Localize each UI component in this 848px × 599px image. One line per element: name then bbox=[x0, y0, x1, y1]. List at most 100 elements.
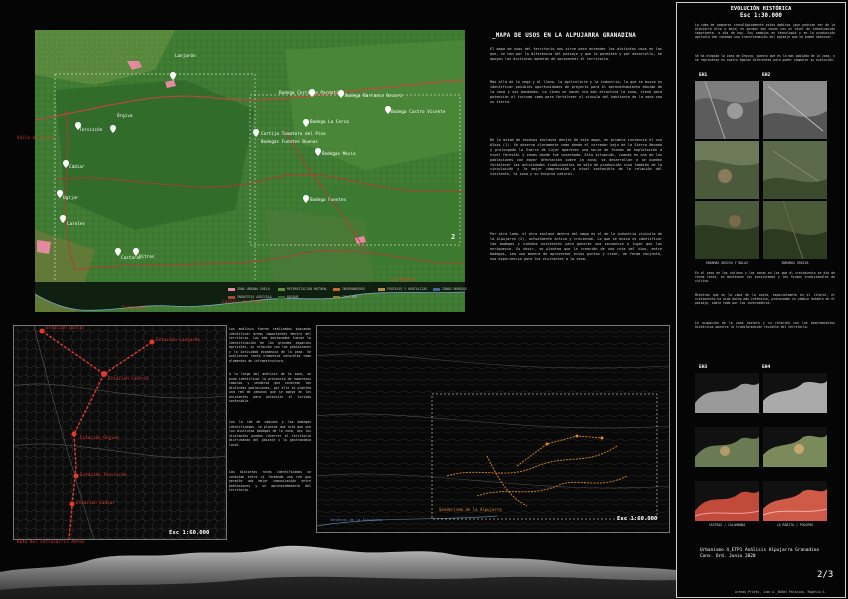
legend-item: BOSQUE bbox=[278, 295, 299, 299]
page-number: 2/3 bbox=[817, 570, 834, 580]
map-pin-icon[interactable] bbox=[170, 72, 176, 80]
pin-label: Bodegas Mesía bbox=[322, 152, 356, 157]
map-pin-icon[interactable] bbox=[253, 129, 259, 137]
paragraph: En el caso de los núcleos y las zonas en… bbox=[695, 271, 835, 284]
paragraph: Las distintas rutas identificadas se con… bbox=[229, 470, 311, 492]
station-label: Estación Lanjarón bbox=[156, 338, 200, 343]
map-page-number: 2 bbox=[451, 233, 456, 241]
legend-swatch bbox=[433, 287, 440, 291]
station-label: Estación Cádiar bbox=[76, 501, 115, 506]
paragraph: Mientras que en la zona de la costa, esp… bbox=[695, 293, 835, 306]
aerial-photo[interactable] bbox=[763, 81, 827, 139]
panel-title: EVOLUCIÓN HISTÓRICA bbox=[730, 6, 792, 12]
town-label: Pitres bbox=[139, 255, 155, 260]
legend-item: INVERNADEROS bbox=[333, 287, 365, 291]
station-label: Estación Torvizcón bbox=[80, 473, 127, 478]
map-caption: Senderos de la Alpujarra bbox=[330, 518, 382, 522]
paragraph: La ocupación de la zona costera y su rel… bbox=[695, 321, 835, 330]
aerial-photo[interactable] bbox=[763, 481, 827, 521]
pin-label: Bodega Castro Vicente bbox=[391, 110, 446, 115]
historical-evolution-panel: EVOLUCIÓN HISTÓRICA Esc 1:30.000 La idea… bbox=[676, 2, 846, 598]
town-label: Ugíjar bbox=[63, 196, 79, 201]
photo-caption: ENRAMAS ORGIVA Y BOLAS bbox=[705, 261, 749, 265]
era-label: EH4 bbox=[762, 365, 771, 370]
photo-caption: ENRAMAS ÓRGIVA bbox=[781, 261, 809, 265]
town-label: Lanjarón bbox=[175, 54, 196, 59]
region-label: Valle de Lecrín bbox=[17, 136, 56, 141]
region-label: La Rábita bbox=[392, 278, 416, 283]
town-label: Órgiva bbox=[117, 114, 133, 119]
aerial-photo[interactable] bbox=[763, 427, 827, 467]
aerial-photo[interactable] bbox=[763, 201, 827, 259]
authors: Arenas Prieto, Juan A._Núñez Palacios, R… bbox=[735, 590, 827, 594]
aerial-photo[interactable] bbox=[763, 141, 827, 199]
aerial-photo[interactable] bbox=[763, 373, 827, 413]
paragraph: Con la red de caminos y las bodegas iden… bbox=[229, 420, 311, 447]
aerial-photo[interactable] bbox=[695, 141, 759, 199]
paragraph: Se ha elegido la zona de Órgiva, puesto … bbox=[695, 54, 835, 63]
map-legend: ZONA URBANA SUELO REFORESTACIÓN NATURAL … bbox=[228, 287, 468, 301]
pin-label: Bodega La Cerca bbox=[310, 120, 349, 125]
aerial-photo[interactable] bbox=[695, 373, 759, 413]
paragraph: Más allá de la vega y el llano, la agric… bbox=[490, 80, 662, 104]
map-caption: Senderismo de la Alpujarra bbox=[439, 507, 502, 512]
aerial-photo[interactable] bbox=[695, 481, 759, 521]
page-title: _MAPA DE USOS EN LA ALPUJARRA GRANADINA bbox=[492, 33, 636, 39]
paragraph: Por otro lado, el otro enclave dentro de… bbox=[490, 232, 662, 261]
pin-label: Bodega Cerro de Pardetiga bbox=[279, 91, 344, 96]
aerial-photo[interactable] bbox=[695, 201, 759, 259]
footer-title: Urbanismo 4_ETP1 Análisis Alpujarra Gran… bbox=[700, 548, 819, 559]
map-pin-icon[interactable] bbox=[303, 119, 309, 127]
legend-swatch bbox=[378, 287, 385, 291]
map-pin-icon[interactable] bbox=[60, 215, 66, 223]
legend-swatch bbox=[278, 287, 285, 291]
pin-label: Bodegas Fuentes Buenas bbox=[261, 140, 318, 145]
region-label: Calahonda bbox=[122, 306, 146, 311]
station-label: Estación Órgiva bbox=[80, 436, 119, 441]
legend-item: REFORESTACIÓN NATURAL bbox=[278, 287, 327, 291]
paragraph: Los análisis fueron realizados buscando … bbox=[229, 327, 311, 363]
town-label: Torvizcón bbox=[79, 128, 103, 133]
station-label: Estación Central bbox=[108, 377, 150, 382]
railway-map-graphic bbox=[14, 326, 226, 539]
mountain-panorama bbox=[0, 545, 676, 599]
legend-swatch bbox=[278, 295, 285, 299]
map-pin-icon[interactable] bbox=[303, 195, 309, 203]
legend-item: FRUTALES Y HORTALIZAS bbox=[378, 287, 427, 291]
panel-scale: Esc 1:30.000 bbox=[740, 13, 782, 19]
town-label: Laroles bbox=[67, 222, 86, 227]
pin-label: Cortijo Tomatero del Pino bbox=[261, 132, 326, 137]
legend-swatch bbox=[333, 295, 340, 299]
pin-label: Bodega Fuentes bbox=[310, 198, 347, 203]
map-pin-icon[interactable] bbox=[315, 148, 321, 156]
era-label: EH3 bbox=[699, 365, 708, 370]
legend-item: CULTIVOS bbox=[333, 295, 357, 299]
legend-swatch bbox=[333, 287, 340, 291]
aerial-photo[interactable] bbox=[695, 81, 759, 139]
era-label: EH1 bbox=[699, 73, 708, 78]
map-pin-icon[interactable] bbox=[115, 248, 121, 256]
legend-item: ZONA URBANA SUELO bbox=[228, 287, 270, 291]
aerial-photo[interactable] bbox=[695, 427, 759, 467]
map-pin-icon[interactable] bbox=[110, 125, 116, 133]
era-label: EH2 bbox=[762, 73, 771, 78]
railway-map[interactable]: Estación Dúrcal Estación Lanjarón Estaci… bbox=[13, 325, 227, 540]
station-label: Estación Dúrcal bbox=[46, 326, 85, 331]
land-use-map[interactable]: Bodega Cerro de Pardetiga Bodega Barranc… bbox=[35, 30, 465, 312]
scale-label: Esc 1:60.000 bbox=[617, 516, 658, 522]
town-label: Cádiar bbox=[69, 165, 85, 170]
paragraph: De la mitad de escasos enclaves dentro d… bbox=[490, 138, 662, 177]
legend-item: ZONAS HÚMEDAS bbox=[433, 287, 467, 291]
photo-caption: CASTRAS / CALAHONDA bbox=[708, 523, 746, 527]
paragraph: El mapa de usos del territorio nos sirve… bbox=[490, 47, 662, 61]
legend-swatch bbox=[228, 287, 235, 291]
paragraph: A lo largo del análisis de la zona, se p… bbox=[229, 372, 311, 403]
trails-map[interactable]: Esc 1:60.000 Senderismo de la Alpujarra bbox=[316, 325, 670, 533]
photo-caption: LA RÁBITA / POLOPOS bbox=[776, 523, 814, 527]
legend-swatch bbox=[228, 295, 235, 299]
trails-map-graphic bbox=[317, 326, 669, 532]
paragraph: La idea de comparar cronológicamente est… bbox=[695, 23, 835, 40]
pin-label: Bodega Barranco Oscuro bbox=[345, 94, 402, 99]
legend-item: INDUSTRIA AGRÍCOLA bbox=[228, 295, 272, 299]
land-use-map-graphic bbox=[35, 30, 465, 312]
